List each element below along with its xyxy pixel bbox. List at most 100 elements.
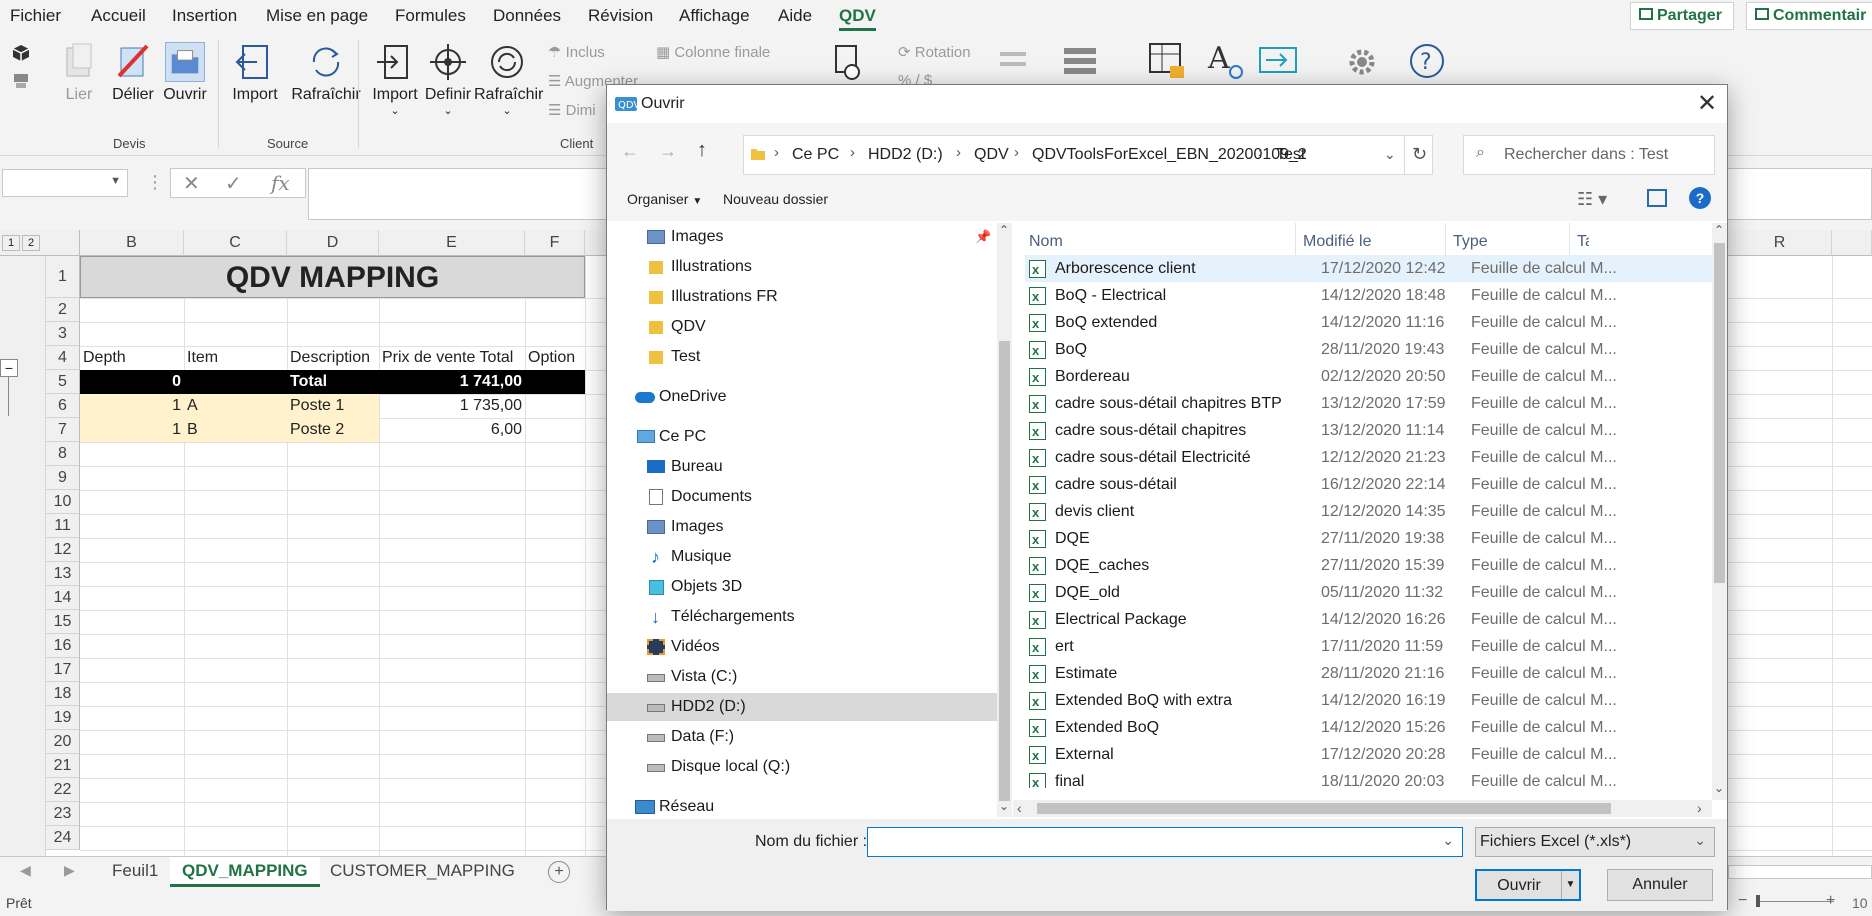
file-hscrollbar[interactable]: ‹ › xyxy=(1013,800,1712,817)
column-type-header[interactable]: Type xyxy=(1453,233,1488,251)
file-row[interactable]: External 17/12/2020 20:28 Feuille de calcu… xyxy=(1025,741,1717,769)
name-box[interactable]: ▼ xyxy=(2,169,128,197)
col-header-r[interactable]: R xyxy=(1728,230,1832,256)
comments-button[interactable]: Commentair xyxy=(1746,2,1872,30)
header-price[interactable]: Prix de vente Total xyxy=(379,346,525,370)
scroll-down-icon[interactable]: ⌄ xyxy=(1714,781,1724,795)
source-refresh-button[interactable]: Rafraîchir xyxy=(286,42,366,104)
row-header[interactable]: 21 xyxy=(46,754,80,778)
column-name-header[interactable]: Nom xyxy=(1029,233,1063,251)
col-header-f[interactable]: F xyxy=(525,230,585,256)
pin-icon[interactable]: 📌 xyxy=(975,223,991,251)
scroll-up-icon[interactable]: ⌃ xyxy=(999,223,1009,237)
row-header[interactable]: 17 xyxy=(46,658,80,682)
client-refresh-button[interactable]: Rafraîchir ⌄ xyxy=(474,42,543,117)
column-extra-header[interactable]: Ta xyxy=(1577,233,1589,251)
chevron-down-icon[interactable]: ⌄ xyxy=(1694,832,1706,849)
menu-revision[interactable]: Révision xyxy=(588,6,653,26)
scroll-down-icon[interactable]: ⌄ xyxy=(999,799,1009,813)
file-row[interactable]: BoQ - Electrical 14/12/2020 18:48 Feuille … xyxy=(1025,282,1717,310)
table-cell[interactable]: 1 xyxy=(80,394,184,418)
row-header[interactable]: 24 xyxy=(46,826,80,850)
col-header-next[interactable] xyxy=(1832,230,1872,256)
row-header[interactable]: 14 xyxy=(46,586,80,610)
collapse-button[interactable]: − xyxy=(0,359,18,377)
nav-item-data-f[interactable]: Data (F:) xyxy=(607,723,997,751)
col-header-e[interactable]: E xyxy=(379,230,525,256)
nav-item-hdd2-d[interactable]: HDD2 (D:) xyxy=(607,693,997,721)
menu-donnees[interactable]: Données xyxy=(493,6,561,26)
colonne-finale-button[interactable]: ▦ Colonne finale xyxy=(656,43,770,61)
row-header[interactable]: 6 xyxy=(46,394,80,418)
share-button[interactable]: Partager xyxy=(1630,2,1734,30)
horizontal-scrollbar[interactable] xyxy=(1728,865,1872,879)
row-header[interactable]: 18 xyxy=(46,682,80,706)
lock-table-icon[interactable] xyxy=(1148,42,1188,82)
menu-formules[interactable]: Formules xyxy=(395,6,466,26)
preview-pane-icon[interactable] xyxy=(1647,189,1667,207)
tab-feuil1[interactable]: Feuil1 xyxy=(100,857,170,887)
nav-item-disque-local-q[interactable]: Disque local (Q:) xyxy=(607,753,997,781)
header-depth[interactable]: Depth xyxy=(80,346,184,370)
fx-icon[interactable]: fx xyxy=(271,171,290,195)
nav-item-reseau[interactable]: Réseau xyxy=(607,793,997,817)
file-row[interactable]: BoQ 28/11/2020 19:43 Feuille de calcul M..… xyxy=(1025,336,1717,364)
row-header[interactable]: 8 xyxy=(46,442,80,466)
confirm-formula-icon[interactable]: ✓ xyxy=(225,171,242,196)
nav-item-musique[interactable]: ♪ Musique xyxy=(607,543,997,571)
breadcrumb-qdvtools[interactable]: QDVToolsForExcel_EBN_20200109_2 xyxy=(1032,146,1307,164)
file-row[interactable]: Electrical Package 14/12/2020 16:26 Feuill… xyxy=(1025,606,1717,634)
row-header[interactable]: 4 xyxy=(46,346,80,370)
table-cell[interactable]: Poste 2 xyxy=(287,418,379,442)
scroll-up-icon[interactable]: ⌃ xyxy=(1714,223,1724,237)
menu-fichier[interactable]: Fichier xyxy=(10,6,61,26)
row-header[interactable]: 7 xyxy=(46,418,80,442)
lier-button[interactable]: Lier xyxy=(58,42,100,104)
row-header[interactable]: 19 xyxy=(46,706,80,730)
cancel-button[interactable]: Annuler xyxy=(1607,869,1713,901)
menu-aide[interactable]: Aide xyxy=(778,6,812,26)
file-row[interactable]: final 18/11/2020 20:03 Feuille de calcul M… xyxy=(1025,768,1717,788)
source-import-button[interactable]: Import xyxy=(230,42,280,104)
file-row[interactable]: Extended BoQ with extra 14/12/2020 16:19 F… xyxy=(1025,687,1717,715)
address-bar[interactable]: › Ce PC › HDD2 (D:) › QDV › QDVToolsForE… xyxy=(743,135,1433,175)
header-description[interactable]: Description xyxy=(287,346,379,370)
menu-mise-en-page[interactable]: Mise en page xyxy=(266,6,368,26)
scroll-right-icon[interactable]: › xyxy=(1697,800,1702,816)
chevron-down-icon[interactable]: ⌄ xyxy=(1442,832,1454,849)
lines-icon[interactable] xyxy=(1000,48,1026,72)
outline-level-2[interactable]: 2 xyxy=(22,235,40,251)
arrow-box-icon[interactable] xyxy=(1258,46,1298,76)
table-cell[interactable]: Poste 1 xyxy=(287,394,379,418)
breadcrumb-qdv[interactable]: QDV xyxy=(974,146,1009,164)
file-scroll-thumb[interactable] xyxy=(1714,243,1725,583)
table-cell[interactable]: B xyxy=(184,418,287,442)
organize-menu[interactable]: Organiser ▼ xyxy=(627,191,702,207)
nav-item-illustrations-fr[interactable]: Illustrations FR xyxy=(607,283,997,311)
help-circle-icon[interactable]: ? xyxy=(1408,42,1446,80)
zoom-thumb[interactable] xyxy=(1756,895,1760,907)
chevron-down-icon[interactable]: ▼ xyxy=(1561,871,1579,899)
col-header-b[interactable]: B xyxy=(80,230,184,256)
menu-affichage[interactable]: Affichage xyxy=(679,6,750,26)
header-item[interactable]: Item xyxy=(184,346,287,370)
tab-qdv-mapping[interactable]: QDV_MAPPING xyxy=(170,857,320,887)
chevron-down-icon[interactable]: ⌄ xyxy=(1384,146,1396,163)
row-header[interactable]: 3 xyxy=(46,322,80,346)
row-header[interactable]: 9 xyxy=(46,466,80,490)
row-header[interactable]: 15 xyxy=(46,610,80,634)
file-row[interactable]: Arborescence client 17/12/2020 12:42 Feuil… xyxy=(1025,255,1717,283)
nav-scrollbar[interactable]: ⌃ ⌄ xyxy=(997,223,1012,817)
nav-item-images[interactable]: Images xyxy=(607,513,997,541)
nav-item-test[interactable]: Test xyxy=(607,343,997,371)
nav-item-onedrive[interactable]: OneDrive xyxy=(607,383,997,411)
zoom-level[interactable]: 10 xyxy=(1852,895,1868,911)
row-header[interactable]: 22 xyxy=(46,778,80,802)
nav-item-qdv[interactable]: QDV xyxy=(607,313,997,341)
cube-icon[interactable] xyxy=(12,44,30,62)
file-row[interactable]: cadre sous-détail 16/12/2020 22:14 Feuille… xyxy=(1025,471,1717,499)
nav-item-bureau[interactable]: Bureau xyxy=(607,453,997,481)
nav-item-ce-pc[interactable]: Ce PC xyxy=(607,423,997,451)
row-header[interactable]: 11 xyxy=(46,514,80,538)
nav-item-objets-3d[interactable]: Objets 3D xyxy=(607,573,997,601)
